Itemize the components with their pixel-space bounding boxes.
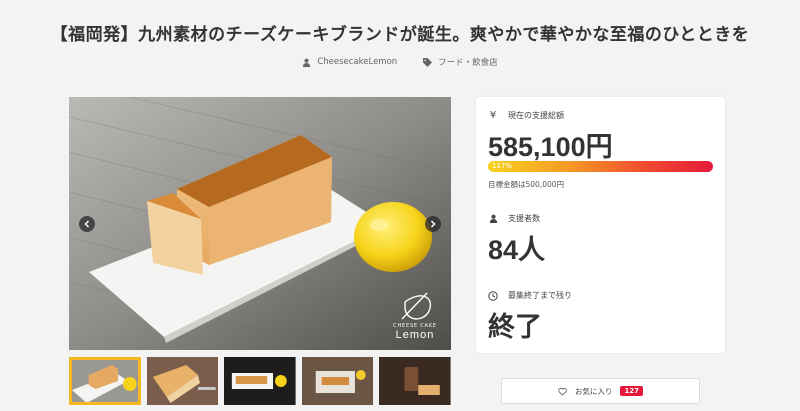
funding-stats-card: ¥ 現在の支援総額 585,100円 117% 目標金額は500,000円 支援… [476, 97, 725, 353]
raised-label-row: ¥ 現在の支援総額 [488, 110, 564, 121]
project-title: 【福岡発】九州素材のチーズケーキブランドが誕生。爽やかで華やかな至福のひとときを [50, 25, 750, 45]
remaining-label-row: 募集終了まで残り [488, 290, 572, 301]
thumbnail-image [146, 357, 219, 405]
tag-icon [423, 57, 433, 67]
main-photo[interactable]: CHEESE CAKE Lemon [69, 97, 451, 350]
supporters-icon [488, 214, 498, 224]
cheesecake-photo [69, 97, 451, 350]
chevron-right-icon [430, 220, 436, 228]
raised-label: 現在の支援総額 [508, 111, 564, 120]
owner-name: CheesecakeLemon [317, 57, 398, 67]
progress-percent: 117% [492, 162, 513, 170]
brand-line2: Lemon [395, 329, 435, 341]
thumbnail-2[interactable] [146, 357, 219, 405]
raised-amount: 585,100円 [488, 132, 613, 162]
owner-link[interactable]: CheesecakeLemon [302, 56, 397, 68]
thumbnail-image [301, 357, 374, 405]
thumbnail-strip [69, 357, 451, 405]
thumbnail-1[interactable] [69, 357, 141, 405]
remaining-label: 募集終了まで残り [508, 291, 572, 300]
favorite-button[interactable]: お気に入り 127 [501, 378, 700, 404]
progress-bar: 117% [488, 161, 713, 172]
next-photo-button[interactable] [425, 216, 441, 232]
prev-photo-button[interactable] [79, 216, 95, 232]
thumbnail-3[interactable] [224, 357, 296, 405]
category-link[interactable]: フード・飲食店 [423, 56, 498, 68]
project-meta: CheesecakeLemon フード・飲食店 [0, 56, 800, 68]
thumbnail-image [379, 357, 451, 405]
favorite-label: お気に入り [574, 386, 613, 396]
remaining-value: 終了 [488, 312, 542, 342]
thumbnail-5[interactable] [379, 357, 451, 405]
user-icon [303, 58, 311, 67]
supporters-label: 支援者数 [508, 214, 540, 223]
goal-amount: 目標金額は500,000円 [488, 180, 565, 189]
thumbnail-4[interactable] [301, 357, 374, 405]
category-name: フード・飲食店 [438, 58, 498, 68]
chevron-left-icon [84, 220, 90, 228]
supporters-count: 84人 [488, 235, 546, 265]
brand-logo: CHEESE CAKE Lemon [389, 323, 441, 341]
yen-icon: ¥ [489, 110, 497, 121]
clock-icon [488, 290, 498, 301]
thumbnail-image [69, 357, 141, 405]
thumbnail-image [224, 357, 296, 405]
supporters-label-row: 支援者数 [488, 213, 540, 224]
favorite-count: 127 [620, 386, 644, 396]
heart-icon [558, 387, 567, 396]
